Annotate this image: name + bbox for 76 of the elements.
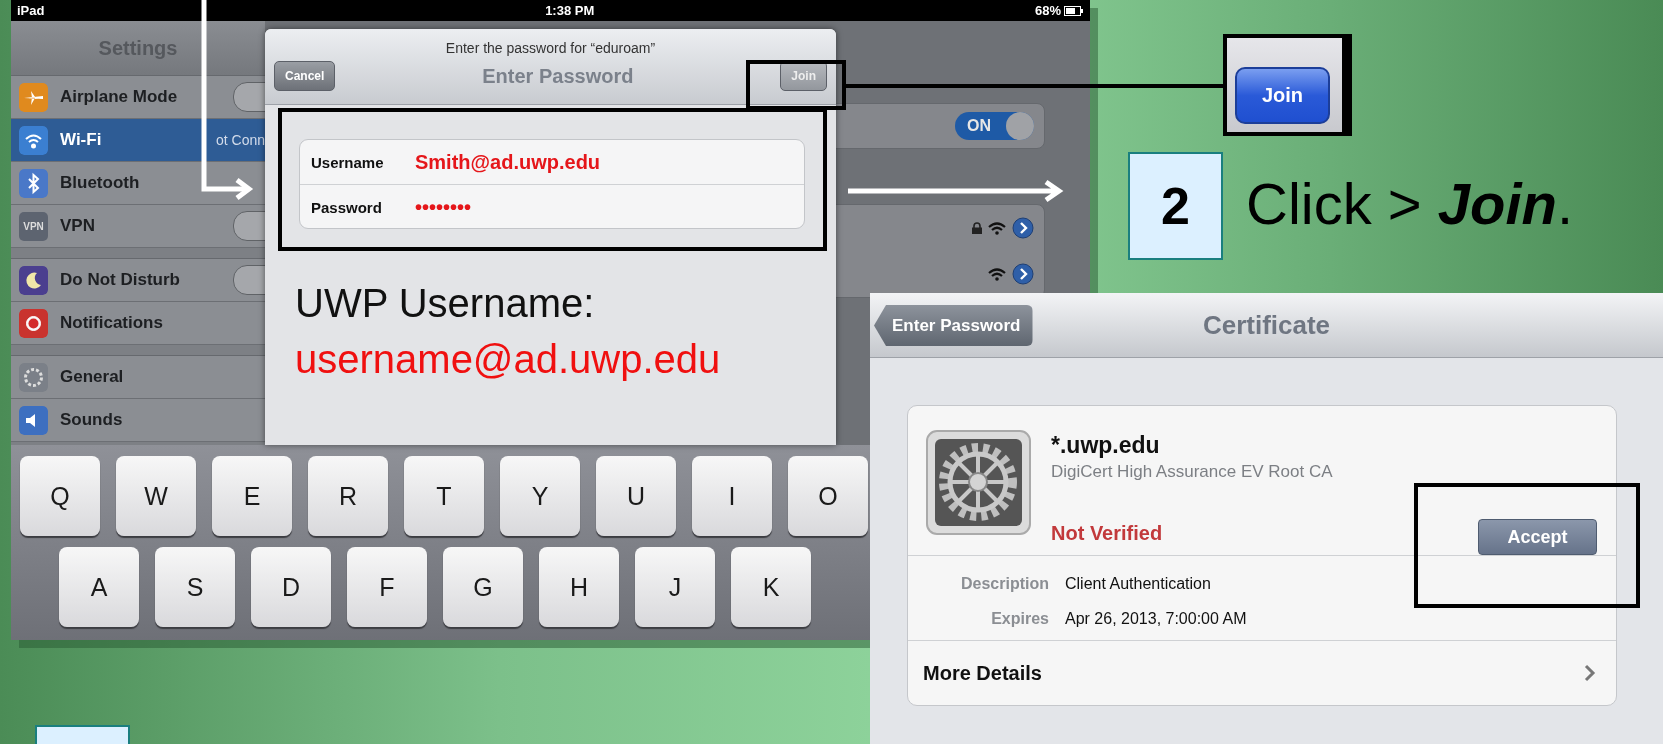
item-label: Wi-Fi (60, 130, 102, 150)
keyboard-key[interactable]: Q (20, 456, 100, 536)
keyboard-key[interactable]: R (308, 456, 388, 536)
battery-icon (1064, 5, 1084, 16)
keyboard-key[interactable]: E (212, 456, 292, 536)
airplane-icon (19, 82, 48, 112)
vpn-icon: VPN (19, 211, 48, 241)
keyboard-key[interactable]: D (251, 547, 331, 627)
moon-icon (19, 265, 48, 295)
toggle-switch[interactable]: ON (955, 112, 1034, 140)
back-button[interactable]: Enter Password (874, 305, 1033, 346)
carrier-label: iPad (17, 3, 45, 18)
keyboard-key[interactable]: O (788, 456, 868, 536)
keyboard-key[interactable]: W (116, 456, 196, 536)
battery-percent: 68% (1034, 3, 1061, 18)
cancel-button[interactable]: Cancel (274, 61, 336, 91)
disclosure-icon[interactable] (1012, 263, 1034, 285)
accept-button[interactable]: Accept (1478, 519, 1597, 555)
detail-label: Expires (990, 609, 1049, 628)
more-details-row[interactable]: More Details (908, 641, 1616, 705)
item-label: Bluetooth (60, 173, 140, 193)
certificate-issuer: DigiCert High Assurance EV Root CA (1051, 462, 1333, 482)
settings-item[interactable]: Bluetooth (11, 162, 265, 205)
note-value: username@ad.uwp.edu (295, 336, 722, 383)
settings-item[interactable]: Notifications (11, 302, 265, 345)
wifi-icon (988, 267, 1006, 281)
detail-value: Apr 26, 2013, 7:00:00 AM (1065, 609, 1247, 628)
keyboard-key[interactable]: G (443, 547, 523, 627)
keyboard-key[interactable]: T (404, 456, 484, 536)
more-details-label: More Details (923, 661, 1042, 685)
toggle-label: ON (967, 117, 991, 135)
settings-item[interactable]: General (11, 356, 265, 399)
item-label: Notifications (60, 313, 163, 333)
verification-status: Not Verified (1051, 522, 1164, 545)
chevron-icon (1584, 664, 1596, 682)
keyboard-key[interactable]: H (539, 547, 619, 627)
field-label: Username (311, 153, 385, 171)
join-button[interactable]: Join (1235, 67, 1330, 124)
wifi-icon (988, 221, 1006, 235)
wifi-icon (19, 125, 48, 155)
settings-item[interactable]: Wi-Fi ot Conn (11, 119, 265, 162)
field-label: Password (311, 198, 383, 216)
detail-value: Client Authentication (1065, 574, 1211, 593)
keyboard-key[interactable]: J (635, 547, 715, 627)
item-label: Do Not Disturb (60, 270, 180, 290)
keyboard-key[interactable]: S (155, 547, 235, 627)
item-label: General (60, 367, 124, 387)
keyboard-key[interactable]: K (731, 547, 811, 627)
settings-item[interactable]: Sounds (11, 399, 265, 442)
certificate-name: *.uwp.edu (1051, 432, 1161, 459)
bluetooth-icon (19, 168, 48, 198)
keyboard-key[interactable]: U (596, 456, 676, 536)
input-field[interactable]: •••••••• (415, 195, 471, 219)
detail-label: Description (960, 574, 1049, 593)
item-label: VPN (60, 216, 95, 236)
speaker-icon (19, 405, 48, 435)
step-instruction: Click > Join. (1246, 170, 1574, 237)
item-label: Airplane Mode (60, 87, 178, 107)
input-field[interactable]: Smith@ad.uwp.edu (415, 150, 601, 174)
record-icon (19, 308, 48, 338)
settings-item[interactable]: Do Not Disturb (11, 259, 265, 302)
settings-item[interactable]: VPN VPN (11, 205, 265, 248)
keyboard-key[interactable]: F (347, 547, 427, 627)
clock-label: 1:38 PM (545, 3, 595, 18)
item-label: Sounds (60, 410, 123, 430)
step-number: 2 (1128, 152, 1223, 260)
settings-item[interactable]: Airplane Mode (11, 76, 265, 119)
keyboard-key[interactable]: Y (500, 456, 580, 536)
dialog-prompt: Enter the password for “eduroam” (444, 39, 657, 57)
keyboard-key[interactable]: A (59, 547, 139, 627)
dialog-title: Enter Password (482, 64, 634, 88)
item-value: ot Conn (215, 132, 265, 148)
note-label: UWP Username: (295, 280, 596, 327)
disclosure-icon[interactable] (1012, 217, 1034, 239)
keyboard-key[interactable]: I (692, 456, 772, 536)
screen-title: Certificate (1202, 309, 1331, 341)
